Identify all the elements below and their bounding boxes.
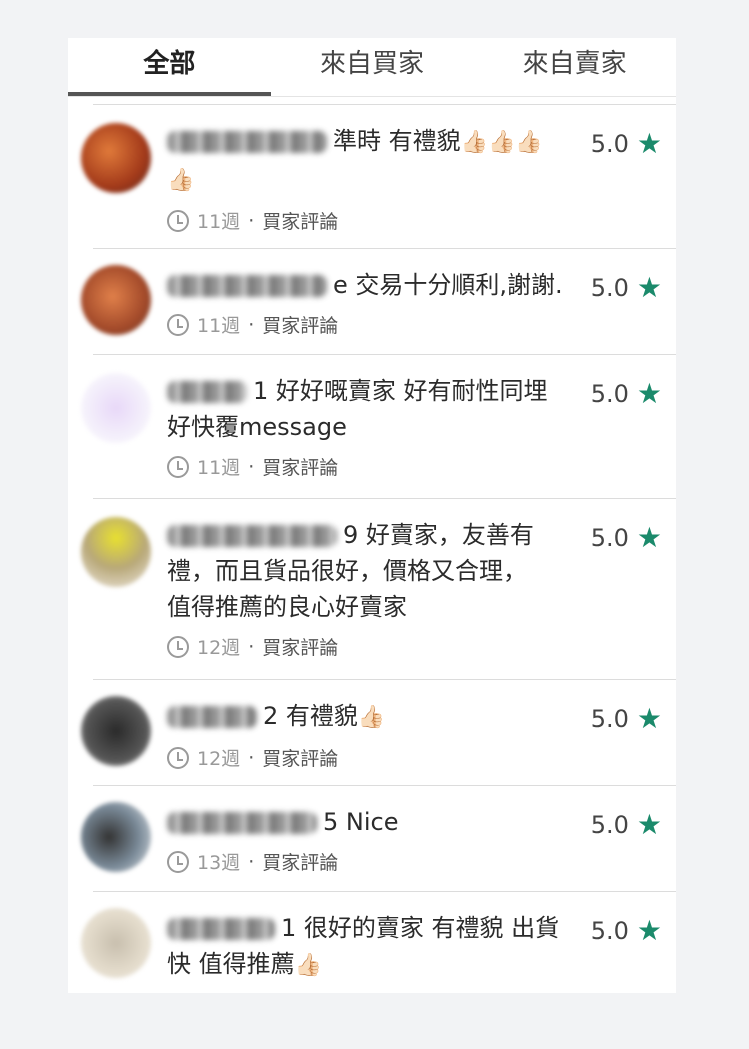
review-rating: 5.0 ★ bbox=[590, 271, 662, 304]
review-type: 買家評論 bbox=[262, 637, 339, 659]
clock-icon bbox=[167, 850, 189, 873]
review-text: 1 好好嘅賣家 好有耐性同埋好快覆message bbox=[167, 377, 548, 441]
tab-from-buyers[interactable]: 來自買家 bbox=[271, 38, 474, 96]
avatar[interactable] bbox=[81, 908, 151, 978]
review-item: e 交易十分順利,謝謝. 11週 · 買家評論 5.0 ★ bbox=[81, 248, 676, 354]
review-rating: 5.0 ★ bbox=[590, 808, 662, 841]
tab-from-sellers[interactable]: 來自賣家 bbox=[473, 38, 676, 96]
avatar[interactable] bbox=[81, 696, 151, 766]
star-icon: ★ bbox=[636, 808, 662, 841]
review-meta: 12週 · 買家評論 bbox=[167, 744, 587, 771]
blurred-username bbox=[167, 812, 317, 834]
review-age: 12週 bbox=[197, 748, 241, 770]
avatar[interactable] bbox=[81, 517, 151, 587]
review-type: 買家評論 bbox=[262, 852, 339, 874]
clock-icon bbox=[167, 635, 189, 658]
avatar[interactable] bbox=[81, 123, 151, 193]
review-meta: 11週 · 買家評論 bbox=[167, 453, 567, 480]
review-type: 買家評論 bbox=[262, 211, 339, 233]
review-rating: 5.0 ★ bbox=[590, 127, 662, 160]
avatar[interactable] bbox=[81, 265, 151, 335]
review-age: 11週 bbox=[197, 457, 241, 479]
review-text: e 交易十分順利,謝謝. bbox=[167, 267, 587, 303]
clock-icon bbox=[167, 746, 189, 769]
avatar[interactable] bbox=[81, 802, 151, 872]
star-icon: ★ bbox=[636, 914, 662, 947]
blurred-username bbox=[167, 706, 257, 728]
review-rating: 5.0 ★ bbox=[590, 702, 662, 735]
review-age: 11週 bbox=[197, 315, 241, 337]
review-item: 準時 有禮貌👍🏻👍🏻👍🏻👍🏻 11週 · 買家評論 5.0 ★ bbox=[81, 104, 676, 248]
tab-all[interactable]: 全部 bbox=[68, 38, 271, 96]
review-filter-tabs: 全部 來自買家 來自賣家 bbox=[68, 38, 676, 97]
review-item: 5 Nice 13週 · 買家評論 5.0 ★ bbox=[81, 785, 676, 891]
review-meta: 12週 · 買家評論 bbox=[167, 633, 547, 660]
review-type: 買家評論 bbox=[262, 748, 339, 770]
review-rating: 5.0 ★ bbox=[590, 914, 662, 947]
review-item: 2 有禮貌👍🏻 12週 · 買家評論 5.0 ★ bbox=[81, 679, 676, 785]
review-text: 9 好賣家，友善有禮，而且貨品很好，價格又合理，值得推薦的良心好賣家 bbox=[167, 521, 534, 621]
blurred-username bbox=[167, 918, 275, 940]
avatar[interactable] bbox=[81, 373, 151, 443]
star-icon: ★ bbox=[636, 127, 662, 160]
thumbs-up-icon: 👍🏻 bbox=[294, 953, 323, 978]
review-text: 準時 有禮貌👍🏻👍🏻👍🏻👍🏻 bbox=[167, 127, 543, 193]
review-type: 買家評論 bbox=[262, 457, 339, 479]
clock-icon bbox=[167, 455, 189, 478]
review-text: 5 Nice bbox=[167, 804, 587, 840]
review-list: 準時 有禮貌👍🏻👍🏻👍🏻👍🏻 11週 · 買家評論 5.0 ★ e 交易十分順利,謝謝… bbox=[68, 104, 676, 993]
review-meta: 13週 · 買家評論 bbox=[167, 848, 587, 875]
review-rating: 5.0 ★ bbox=[590, 521, 662, 554]
blurred-username bbox=[167, 275, 327, 297]
review-type: 買家評論 bbox=[262, 315, 339, 337]
review-age: 13週 bbox=[197, 852, 241, 874]
review-age: 12週 bbox=[197, 637, 241, 659]
review-age: 11週 bbox=[197, 211, 241, 233]
reviews-card: 全部 來自買家 來自賣家 準時 有禮貌👍🏻👍🏻👍🏻👍🏻 11週 · 買家評論 5.0… bbox=[68, 38, 676, 993]
blurred-username bbox=[167, 381, 247, 403]
blurred-username bbox=[167, 525, 337, 547]
star-icon: ★ bbox=[636, 702, 662, 735]
clock-icon bbox=[167, 209, 189, 232]
star-icon: ★ bbox=[636, 521, 662, 554]
thumbs-up-icon: 👍🏻 bbox=[357, 705, 386, 730]
review-meta: 11週 · 買家評論 bbox=[167, 207, 557, 234]
review-meta: 11週 · 買家評論 bbox=[167, 311, 587, 338]
star-icon: ★ bbox=[636, 271, 662, 304]
blurred-username bbox=[167, 131, 327, 153]
review-text: 2 有禮貌👍🏻 bbox=[167, 698, 587, 736]
clock-icon bbox=[167, 313, 189, 336]
star-icon: ★ bbox=[636, 377, 662, 410]
review-item: 9 好賣家，友善有禮，而且貨品很好，價格又合理，值得推薦的良心好賣家 12週 · 買… bbox=[81, 498, 676, 679]
review-rating: 5.0 ★ bbox=[590, 377, 662, 410]
review-text: 1 很好的賣家 有禮貌 出貨快 值得推薦👍🏻 bbox=[167, 914, 560, 978]
review-item: 1 很好的賣家 有禮貌 出貨快 值得推薦👍🏻 5.0 ★ bbox=[81, 891, 676, 993]
review-item: 1 好好嘅賣家 好有耐性同埋好快覆message 11週 · 買家評論 5.0 ★ bbox=[81, 354, 676, 498]
